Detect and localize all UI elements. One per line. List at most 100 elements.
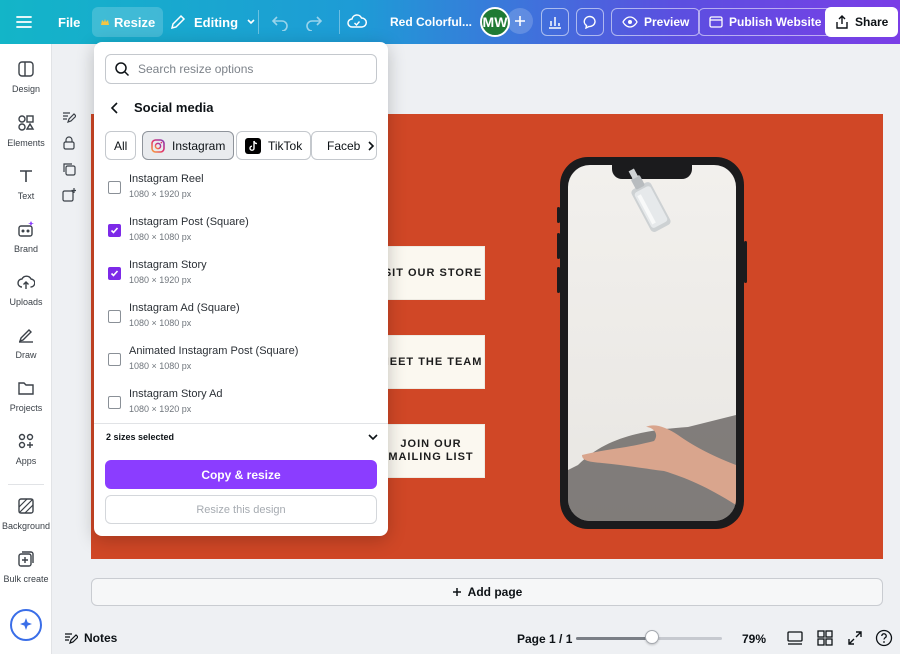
bulk-create-icon: [18, 551, 34, 567]
bar-chart-icon: [549, 17, 561, 29]
insights-button[interactable]: [541, 8, 569, 36]
resize-option-row[interactable]: Instagram Reel 1080 × 1920 px: [108, 173, 378, 213]
file-menu-button[interactable]: File: [50, 7, 88, 37]
editing-mode-button[interactable]: Editing: [162, 7, 264, 37]
add-page-button[interactable]: Add page: [91, 578, 883, 606]
undo-icon[interactable]: [271, 13, 289, 36]
crown-icon: [101, 19, 109, 25]
comments-button[interactable]: [576, 8, 604, 36]
resize-this-design-button[interactable]: Resize this design: [105, 495, 377, 524]
sidebar-item-apps[interactable]: Apps: [0, 432, 52, 466]
publish-website-button[interactable]: Publish Website: [698, 8, 833, 36]
chip-tiktok[interactable]: TikTok: [236, 131, 312, 160]
resize-option-row[interactable]: Instagram Story Ad 1080 × 1920 px: [108, 388, 378, 428]
sidebar-item-label: Design: [11, 84, 40, 94]
resize-option-name: Animated Instagram Post (Square): [129, 345, 299, 357]
phone-button: [557, 267, 560, 293]
check-icon: [110, 227, 119, 234]
add-page-label: Add page: [467, 585, 523, 599]
magic-assistant-button[interactable]: [10, 609, 42, 641]
left-sidebar: Design Elements Text Brand Uploads Draw …: [0, 44, 52, 654]
sidebar-item-label: Projects: [9, 403, 43, 413]
plus-icon: [515, 16, 525, 26]
checkbox-checked[interactable]: [108, 224, 121, 237]
sidebar-item-label: Elements: [7, 138, 45, 148]
resize-label: Resize: [114, 14, 156, 30]
add-page-icon[interactable]: [62, 188, 76, 202]
checkbox[interactable]: [108, 181, 121, 194]
notes-button[interactable]: Notes: [64, 631, 117, 645]
elements-icon: [18, 115, 35, 131]
sidebar-item-elements[interactable]: Elements: [0, 114, 52, 148]
resize-option-name: Instagram Ad (Square): [129, 302, 240, 314]
document-title[interactable]: Red Colorful...: [390, 15, 472, 29]
checkbox[interactable]: [108, 353, 121, 366]
sidebar-item-text[interactable]: Text: [0, 167, 52, 201]
menu-icon[interactable]: [14, 12, 34, 37]
duplicate-icon[interactable]: [62, 162, 76, 176]
pages-view-icon[interactable]: [787, 630, 803, 649]
search-input[interactable]: [138, 62, 358, 76]
back-arrow-icon[interactable]: [110, 101, 120, 114]
sizes-selected-toggle[interactable]: 2 sizes selected: [106, 432, 378, 442]
resize-option-name: Instagram Reel: [129, 173, 204, 185]
fullscreen-icon[interactable]: [847, 630, 863, 649]
link-meet-team[interactable]: MEET THE TEAM: [377, 335, 485, 389]
checkbox-checked[interactable]: [108, 267, 121, 280]
help-icon[interactable]: [875, 629, 893, 650]
copy-and-resize-button[interactable]: Copy & resize: [105, 460, 377, 489]
resize-option-row[interactable]: Instagram Story 1080 × 1920 px: [108, 259, 378, 299]
sidebar-item-uploads[interactable]: Uploads: [0, 273, 52, 307]
resize-option-row[interactable]: Animated Instagram Post (Square) 1080 × 1…: [108, 345, 378, 385]
share-label: Share: [855, 15, 889, 29]
resize-popup: Social media All Instagram TikTok Faceb …: [94, 42, 388, 536]
avatar[interactable]: MW: [480, 7, 510, 37]
breadcrumb: Social media: [110, 100, 213, 115]
sidebar-item-label: Brand: [13, 244, 39, 254]
preview-button[interactable]: Preview: [611, 8, 701, 36]
checkbox[interactable]: [108, 310, 121, 323]
zoom-slider-thumb[interactable]: [644, 630, 659, 644]
chip-facebook[interactable]: Faceb: [311, 131, 377, 160]
phone-screen-photo: [568, 165, 736, 521]
share-button[interactable]: Share: [825, 7, 899, 37]
resize-option-row[interactable]: Instagram Post (Square) 1080 × 1080 px: [108, 216, 378, 256]
sidebar-item-label: Text: [17, 191, 35, 201]
search-resize-options[interactable]: [105, 54, 377, 84]
chip-label: All: [114, 138, 128, 153]
phone-button: [744, 241, 747, 283]
redo-icon[interactable]: [305, 13, 323, 36]
sidebar-item-brand[interactable]: Brand: [0, 220, 52, 254]
chevron-right-icon[interactable]: [367, 140, 375, 151]
sidebar-item-bulk-create[interactable]: Bulk create: [0, 550, 52, 584]
chevron-down-icon: [368, 434, 378, 441]
sidebar-divider: [8, 484, 44, 485]
cloud-save-icon[interactable]: [347, 12, 367, 37]
phone-mockup[interactable]: [557, 157, 747, 529]
website-icon: [709, 16, 723, 28]
lock-icon[interactable]: [62, 136, 76, 150]
background-icon: [18, 498, 34, 514]
sidebar-item-label: Draw: [15, 350, 37, 360]
page-indicator[interactable]: Page 1 / 1: [517, 632, 572, 646]
toolbar-divider: [258, 10, 259, 34]
sidebar-item-projects[interactable]: Projects: [0, 379, 52, 413]
chip-instagram[interactable]: Instagram: [142, 131, 235, 160]
resize-option-dimensions: 1080 × 1080 px: [129, 232, 192, 242]
sidebar-item-design[interactable]: Design: [0, 60, 52, 94]
link-mailing-list[interactable]: JOIN OUR MAILING LIST: [377, 424, 485, 478]
grid-view-icon[interactable]: [817, 630, 833, 649]
checkbox[interactable]: [108, 396, 121, 409]
bottom-bar: Notes Page 1 / 1 79%: [52, 622, 900, 654]
resize-button[interactable]: Resize: [92, 7, 164, 37]
chip-all[interactable]: All: [105, 131, 137, 160]
notes-label: Notes: [84, 631, 118, 645]
sidebar-item-draw[interactable]: Draw: [0, 326, 52, 360]
zoom-level[interactable]: 79%: [742, 632, 766, 646]
notes-edit-icon[interactable]: [62, 110, 76, 124]
resize-option-row[interactable]: Instagram Ad (Square) 1080 × 1080 px: [108, 302, 378, 342]
link-visit-store[interactable]: ISIT OUR STORE: [377, 246, 485, 300]
invite-button[interactable]: [507, 8, 533, 34]
sidebar-item-background[interactable]: Background: [0, 497, 52, 531]
search-icon: [115, 62, 130, 77]
